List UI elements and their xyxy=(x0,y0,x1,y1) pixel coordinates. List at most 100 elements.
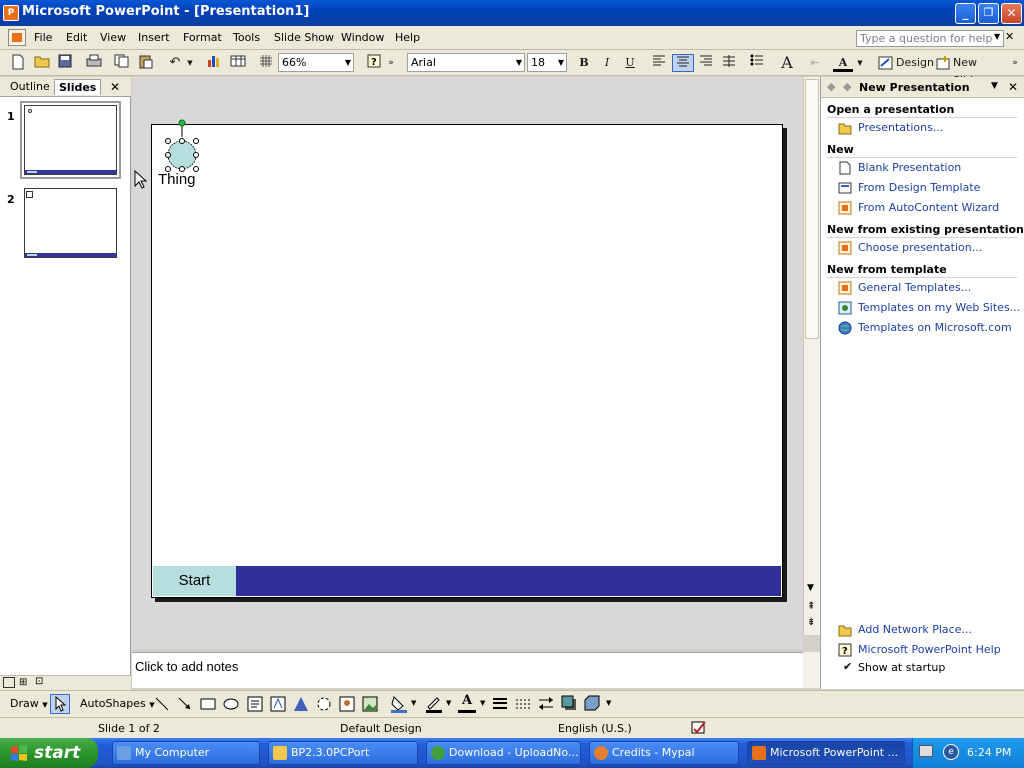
menu-help[interactable]: Help xyxy=(395,31,420,44)
forward-icon[interactable]: ◆ xyxy=(843,80,851,93)
grid-icon[interactable] xyxy=(257,54,275,72)
shadow-style-icon[interactable] xyxy=(561,695,577,711)
autoshapes-menu[interactable]: AutoShapes ▼ xyxy=(80,697,155,710)
close-document-button[interactable]: ✕ xyxy=(1005,30,1014,43)
previous-slide-icon[interactable]: ⇞ xyxy=(807,601,815,612)
line-style-icon[interactable] xyxy=(492,697,508,711)
arrow-icon[interactable] xyxy=(178,697,192,711)
select-objects-icon[interactable] xyxy=(50,694,70,714)
3d-style-icon[interactable] xyxy=(584,695,600,711)
link-powerpoint-help[interactable]: Microsoft PowerPoint Help xyxy=(858,643,1001,656)
underline-button[interactable]: U xyxy=(622,54,638,72)
text-box-icon[interactable] xyxy=(247,696,263,712)
tab-slides[interactable]: Slides xyxy=(54,79,102,95)
slide-thumbnail[interactable] xyxy=(24,188,117,258)
menu-slide-show[interactable]: Slide Show xyxy=(274,31,334,44)
menu-window[interactable]: Window xyxy=(341,31,384,44)
design-button[interactable]: Design xyxy=(876,54,934,72)
vertical-scrollbar[interactable]: ▼ ⇞ ⇟ xyxy=(803,77,820,635)
taskbar-item-my-computer[interactable]: My Computer xyxy=(112,741,260,765)
font-color-dropdown-icon[interactable]: ▼ xyxy=(856,54,864,72)
restore-button[interactable]: ❐ xyxy=(978,3,999,24)
font-combo[interactable]: Arial ▼ xyxy=(407,53,525,72)
toolbar-options-icon[interactable]: » xyxy=(386,54,396,72)
font-size-combo[interactable]: 18 ▼ xyxy=(527,53,567,72)
text-color-icon[interactable]: A xyxy=(458,693,476,713)
minimize-button[interactable]: _ xyxy=(955,3,976,24)
3d-style-dropdown-icon[interactable]: ▼ xyxy=(606,699,611,707)
link-from-design-template[interactable]: From Design Template xyxy=(858,181,980,194)
dash-style-icon[interactable] xyxy=(515,697,531,711)
clock[interactable]: 6:24 PM xyxy=(967,746,1011,759)
new-slide-button[interactable]: New Slide xyxy=(935,54,1003,87)
align-left-icon[interactable] xyxy=(650,54,668,72)
taskbar-item-download[interactable]: Download - UploadNo... xyxy=(426,741,581,765)
taskbar-item-credits[interactable]: Credits - Mypal xyxy=(589,741,739,765)
copy-icon[interactable] xyxy=(113,54,131,72)
powerpoint-app-icon[interactable]: P xyxy=(3,5,19,21)
oval-icon[interactable] xyxy=(223,697,239,711)
insert-picture-icon[interactable] xyxy=(339,696,355,712)
line-color-dropdown-icon[interactable]: ▼ xyxy=(446,699,451,707)
menu-insert[interactable]: Insert xyxy=(138,31,170,44)
help-icon[interactable]: ? xyxy=(366,54,382,72)
notes-scrollbar[interactable] xyxy=(803,652,820,688)
task-pane-dropdown-icon[interactable]: ▼ xyxy=(991,81,998,91)
new-icon[interactable] xyxy=(10,54,26,72)
back-icon[interactable]: ◆ xyxy=(827,80,835,93)
slide-canvas[interactable]: Thing Start xyxy=(151,119,783,598)
keyboard-icon[interactable] xyxy=(919,745,933,757)
slide-footer-band[interactable]: Start xyxy=(153,566,781,596)
undo-dropdown-icon[interactable]: ▼ xyxy=(186,54,194,72)
normal-view-icon[interactable] xyxy=(3,677,15,688)
tray-app-icon[interactable]: e xyxy=(943,744,959,760)
link-presentations[interactable]: Presentations... xyxy=(858,121,943,134)
scroll-thumb[interactable] xyxy=(805,79,819,339)
shape-label[interactable]: Thing xyxy=(158,171,196,188)
link-blank-presentation[interactable]: Blank Presentation xyxy=(858,161,961,174)
increase-font-icon[interactable]: A xyxy=(777,54,797,72)
text-color-dropdown-icon[interactable]: ▼ xyxy=(480,699,485,707)
start-button[interactable]: start xyxy=(0,738,98,768)
zoom-combo[interactable]: 66% ▼ xyxy=(278,53,354,72)
document-icon[interactable] xyxy=(8,29,26,46)
task-pane-close-icon[interactable]: ✕ xyxy=(1008,80,1018,94)
fill-color-icon[interactable] xyxy=(390,695,408,713)
clip-art-icon[interactable] xyxy=(316,696,332,712)
link-choose-presentation[interactable]: Choose presentation... xyxy=(858,241,982,254)
menu-view[interactable]: View xyxy=(100,31,126,44)
font-color-button[interactable]: A xyxy=(833,54,853,72)
line-color-icon[interactable] xyxy=(425,695,443,713)
close-window-button[interactable]: ✕ xyxy=(1001,3,1022,24)
undo-icon[interactable]: ↶ xyxy=(166,54,184,72)
link-add-network-place[interactable]: Add Network Place... xyxy=(858,623,972,636)
wordart-icon[interactable] xyxy=(270,696,286,712)
open-folder-icon[interactable] xyxy=(33,54,51,72)
ellipse-shape[interactable] xyxy=(162,119,212,173)
image-icon[interactable] xyxy=(362,696,378,712)
help-search-input[interactable]: Type a question for help xyxy=(856,30,1004,47)
link-general-templates[interactable]: General Templates... xyxy=(858,281,971,294)
diagram-icon[interactable] xyxy=(293,696,309,712)
scroll-down-icon[interactable]: ▼ xyxy=(807,583,814,593)
line-icon[interactable] xyxy=(155,697,169,711)
draw-menu[interactable]: Draw ▼ xyxy=(10,697,48,710)
show-at-startup-checkbox[interactable]: ✔ xyxy=(843,660,852,673)
toolbar-overflow-icon[interactable]: » xyxy=(1010,54,1020,72)
slide-thumbnail[interactable] xyxy=(24,105,117,175)
paste-icon[interactable] xyxy=(137,54,155,72)
fill-color-dropdown-icon[interactable]: ▼ xyxy=(411,699,416,707)
align-center-icon[interactable] xyxy=(672,54,694,72)
bullets-icon[interactable] xyxy=(748,54,766,72)
italic-button[interactable]: I xyxy=(599,54,615,72)
arrow-style-icon[interactable] xyxy=(538,696,554,712)
insert-chart-icon[interactable] xyxy=(205,54,223,72)
slide-sorter-icon[interactable]: ⊞ xyxy=(19,677,27,688)
next-slide-icon[interactable]: ⇟ xyxy=(807,617,815,628)
link-autocontent-wizard[interactable]: From AutoContent Wizard xyxy=(858,201,999,214)
insert-table-icon[interactable] xyxy=(229,54,247,72)
save-icon[interactable] xyxy=(56,54,74,72)
menu-file[interactable]: File xyxy=(34,31,52,44)
start-box[interactable]: Start xyxy=(153,566,236,596)
slide-show-icon[interactable]: ⊡ xyxy=(35,676,43,687)
